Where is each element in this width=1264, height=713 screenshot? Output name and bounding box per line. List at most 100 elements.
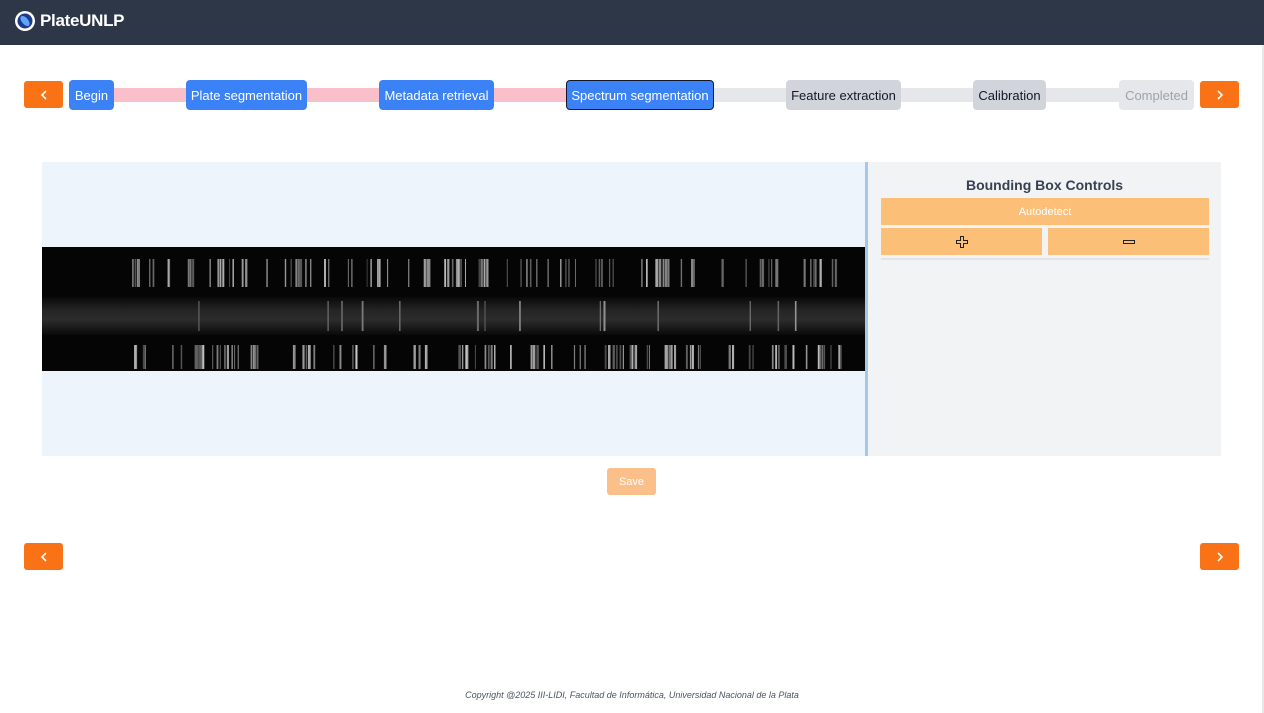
spectral-line	[584, 345, 586, 369]
spectral-line	[615, 345, 618, 369]
spectral-line	[819, 259, 822, 287]
spectral-line	[814, 259, 817, 287]
stepper-prev-button[interactable]	[24, 81, 63, 108]
spectral-line	[250, 345, 253, 369]
spectral-line	[622, 345, 624, 369]
step-metadata-retrieval[interactable]: Metadata retrieval	[379, 80, 494, 110]
spectral-line	[560, 259, 562, 287]
spectral-line	[219, 345, 221, 369]
spectral-line	[646, 345, 648, 369]
spectral-line	[308, 345, 310, 369]
spectral-line	[530, 345, 532, 369]
spectral-line	[609, 345, 611, 369]
chevron-right-icon	[1216, 89, 1223, 100]
spectral-line	[612, 345, 615, 369]
step-connector-3	[494, 88, 566, 102]
step-calibration[interactable]: Calibration	[973, 80, 1046, 110]
spectral-line	[674, 345, 677, 369]
spectral-line	[520, 259, 522, 287]
spectral-line	[565, 259, 567, 287]
spectral-line	[667, 345, 669, 369]
spectral-line	[680, 259, 683, 287]
spectral-line	[776, 259, 779, 287]
spectral-line	[313, 345, 316, 369]
spectral-line	[486, 259, 489, 287]
add-bounding-box-button[interactable]	[881, 228, 1042, 255]
spectral-line	[300, 259, 303, 287]
bottom-prev-button[interactable]	[24, 543, 63, 570]
spectral-line	[327, 301, 329, 331]
spectral-line	[484, 301, 486, 331]
spectral-line	[424, 259, 427, 287]
step-feature-extraction[interactable]: Feature extraction	[786, 80, 901, 110]
bounding-box-controls-panel: Bounding Box Controls Autodetect	[868, 162, 1221, 456]
spectral-line	[775, 345, 778, 369]
spectral-line	[355, 345, 358, 369]
app-logo[interactable]: PlateUNLP	[14, 10, 125, 32]
spectral-line	[152, 259, 155, 287]
spectral-line	[768, 259, 770, 287]
spectral-line	[465, 259, 466, 287]
spectral-line	[172, 345, 174, 369]
spectral-line	[536, 259, 538, 287]
step-plate-segmentation[interactable]: Plate segmentation	[186, 80, 307, 110]
spectral-line	[306, 345, 308, 369]
spectral-line	[460, 259, 462, 287]
step-spectrum-segmentation[interactable]: Spectrum segmentation	[566, 80, 714, 110]
step-connector-2	[307, 88, 379, 102]
spectral-line	[529, 259, 532, 287]
spectral-line	[841, 345, 842, 369]
spectral-line	[778, 345, 780, 369]
spectrum-image[interactable]	[42, 247, 865, 371]
spectral-line	[752, 345, 754, 369]
spectral-line	[168, 259, 171, 287]
spectral-line	[612, 259, 614, 287]
stepper-next-button[interactable]	[1200, 81, 1239, 108]
spectral-line	[657, 301, 659, 331]
spectral-line	[414, 345, 416, 369]
step-completed[interactable]: Completed	[1119, 80, 1194, 110]
step-begin[interactable]: Begin	[69, 80, 114, 110]
chevron-right-icon	[1216, 551, 1223, 562]
spectral-line	[619, 345, 622, 369]
spectral-line	[385, 345, 387, 369]
spectral-line	[659, 259, 662, 287]
spectral-line	[222, 259, 225, 287]
spectral-line	[180, 345, 183, 369]
spectral-line	[444, 259, 446, 287]
spectral-line	[198, 301, 200, 331]
spectral-line	[352, 345, 354, 369]
spectral-line	[748, 345, 751, 369]
spectral-line	[662, 259, 665, 287]
spectral-line	[341, 301, 343, 331]
spectral-line	[693, 259, 695, 287]
remove-bounding-box-button[interactable]	[1048, 228, 1209, 255]
spectral-line	[732, 345, 735, 369]
spectral-line	[822, 345, 824, 369]
spectral-line	[664, 259, 667, 287]
spectral-line	[339, 345, 342, 369]
bottom-next-button[interactable]	[1200, 543, 1239, 570]
autodetect-button[interactable]: Autodetect	[881, 198, 1209, 225]
spectral-line	[447, 259, 450, 287]
spectral-line	[810, 259, 812, 287]
spectral-line	[601, 259, 603, 287]
spectral-line	[304, 345, 306, 369]
spectral-line	[603, 301, 606, 331]
spectral-line	[197, 345, 200, 369]
save-button[interactable]: Save	[607, 468, 656, 495]
spectral-line	[424, 345, 427, 369]
spectral-line	[745, 259, 747, 287]
spectrum-image-viewer[interactable]	[42, 162, 866, 456]
spectral-line	[598, 259, 600, 287]
spectral-line	[777, 301, 780, 331]
chevron-left-icon	[40, 89, 47, 100]
spectral-line	[482, 259, 484, 287]
spectral-line	[229, 259, 231, 287]
spectral-line	[232, 259, 234, 287]
spectral-line	[830, 345, 832, 369]
brand-name: PlateUNLP	[40, 11, 125, 30]
spectral-line	[806, 345, 808, 369]
spectral-line	[224, 345, 226, 369]
spectral-line	[629, 345, 632, 369]
